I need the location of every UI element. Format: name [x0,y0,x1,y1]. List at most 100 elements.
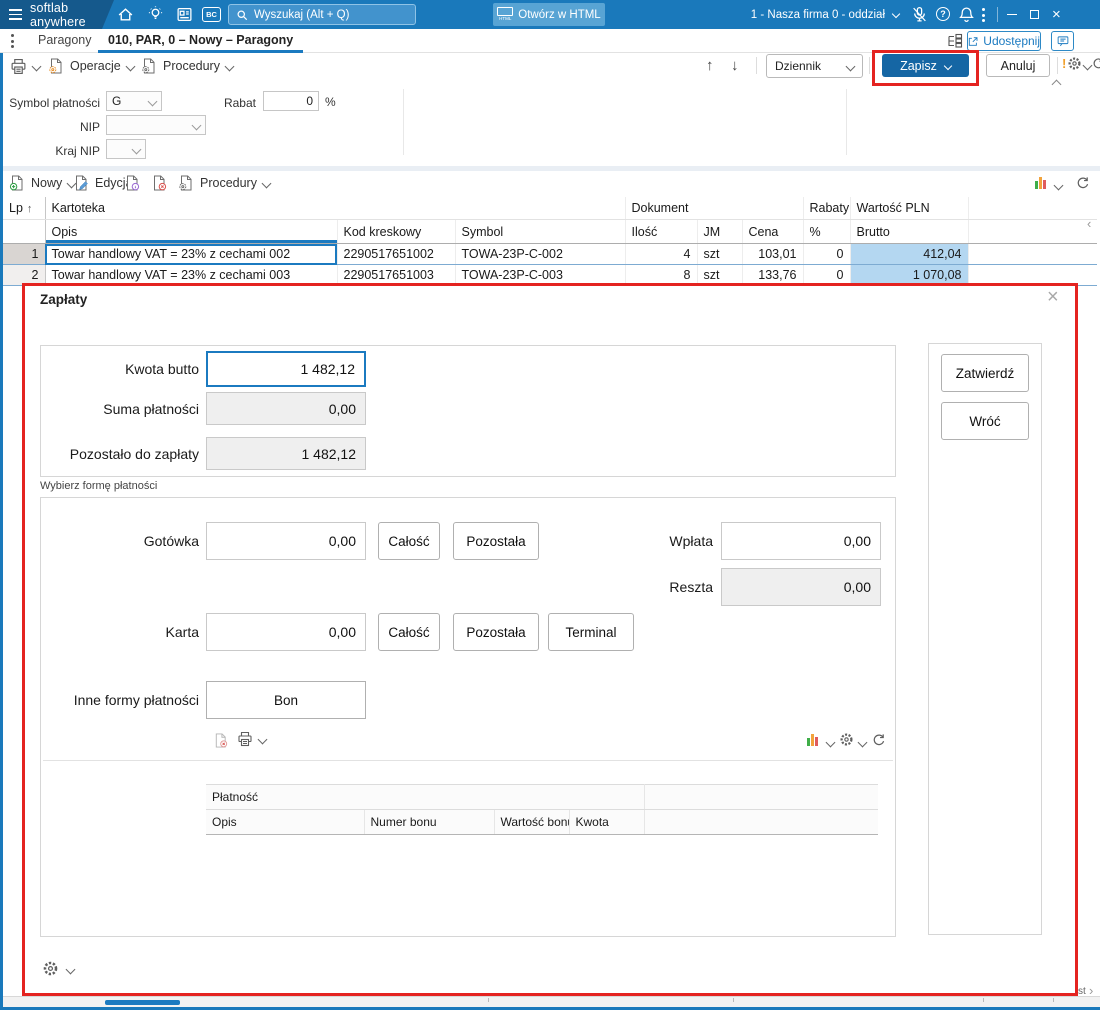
wartosc-bonu-column-header[interactable]: Wartość bonu [494,809,570,835]
deposit-input[interactable]: 0,00 [721,522,881,560]
dialog-settings-gear-icon[interactable] [42,960,59,977]
cash-input[interactable]: 0,00 [206,522,366,560]
refresh-icon[interactable] [1076,176,1090,190]
print-payments-button[interactable] [237,731,268,747]
warning-icon: ! [1062,56,1067,71]
cash-remaining-button[interactable]: Pozostała [453,522,539,560]
numer-bonu-column-header[interactable]: Numer bonu [364,809,495,835]
notifications-bell-icon[interactable] [958,6,975,23]
cash-label: Gotówka [143,533,199,549]
close-dialog-icon[interactable]: × [1047,286,1059,308]
share-button[interactable]: Udostępnij [967,31,1041,51]
procent-column-header[interactable]: % [803,219,851,244]
journal-select[interactable]: Dziennik [766,54,863,78]
settings-gear-icon[interactable] [1067,56,1082,71]
document-add-icon [9,175,23,191]
chevron-down-icon[interactable] [891,9,901,19]
move-down-icon[interactable]: ↓ [731,57,739,74]
delete-payment-button[interactable] [213,733,228,748]
horizontal-scrollbar[interactable] [0,996,1100,1007]
payment-symbol-select[interactable]: G [106,91,162,111]
cash-full-button[interactable]: Całość [378,522,440,560]
company-selector[interactable]: 1 - Nasza firma 0 - oddział [735,0,885,29]
print-button[interactable] [10,58,42,75]
tab-paragony[interactable]: Paragony [28,29,102,53]
chart-view-icon[interactable] [807,734,818,746]
operations-menu-button[interactable]: Operacje [48,58,136,74]
scrollbar-thumb[interactable] [105,1000,180,1005]
divider [1057,57,1058,74]
card-full-button[interactable]: Całość [378,613,440,651]
open-in-html-button[interactable]: HTML Otwórz w HTML [493,3,605,26]
hamburger-menu-icon[interactable] [9,7,22,22]
hierarchy-icon[interactable] [947,33,963,49]
payments-sum-label: Suma płatności [103,400,199,417]
jm-column-header[interactable]: JM [697,219,743,244]
chevron-down-icon[interactable] [65,964,76,975]
collapse-side-panel-icon[interactable]: ‹ [1087,216,1091,231]
chevron-down-icon[interactable] [1053,180,1064,191]
gross-amount-input[interactable]: 1 482,12 [206,351,366,387]
lp-group-header[interactable]: Lp ↑ [3,197,46,220]
document-delete-button[interactable] [151,175,167,191]
payments-table: Płatność Opis Numer bonu Wartość bonu Kw… [206,784,878,835]
card-remaining-button[interactable]: Pozostała [453,613,539,651]
brutto-column-header[interactable]: Brutto [850,219,969,244]
maximize-window-button[interactable] [1030,10,1039,19]
comment-button[interactable] [1051,31,1074,51]
rabaty-group-header: Rabaty [803,197,851,220]
tab-menu-icon[interactable] [11,34,14,48]
ilosc-column-header[interactable]: Ilość [625,219,698,244]
new-row-button[interactable]: Nowy [9,175,77,191]
html-window-icon: HTML [497,7,514,22]
country-nip-select[interactable] [106,139,146,159]
more-options-icon[interactable] [982,8,985,22]
home-icon[interactable] [117,6,134,23]
search-input[interactable]: Wyszukaj (Alt + Q) [228,4,416,25]
close-window-button[interactable]: × [1052,7,1061,22]
grid-procedures-button[interactable]: Procedury [178,175,272,191]
opis-column-header[interactable]: Opis [45,219,338,244]
nip-label: NIP [79,120,100,134]
document-info-button[interactable] [124,175,140,191]
chevron-down-icon[interactable] [825,737,836,748]
confirm-button[interactable]: Zatwierdź [941,354,1029,392]
discount-input[interactable]: 0 [263,91,319,111]
card-input[interactable]: 0,00 [206,613,366,651]
document-procedures-icon [179,175,192,191]
back-button[interactable]: Wróć [941,402,1029,440]
kwota-column-header[interactable]: Kwota [569,809,645,835]
nip-select[interactable] [106,115,206,135]
voucher-button[interactable]: Bon [206,681,366,719]
terminal-button[interactable]: Terminal [548,613,634,651]
chevron-down-icon[interactable] [857,737,868,748]
chevron-down-icon [224,61,235,71]
expand-panel-icon[interactable]: › [1089,983,1093,998]
bc-icon[interactable]: BC [202,7,221,22]
chart-view-icon[interactable] [1035,177,1046,189]
tab-document-active[interactable]: 010, PAR, 0 – Nowy – Paragony [98,29,304,53]
settings-gear-icon[interactable] [839,732,854,747]
opis-cell[interactable]: Towar handlowy VAT = 23% z cechami 002 [45,243,338,265]
chevron-down-icon[interactable] [1082,60,1093,71]
microphone-off-icon[interactable] [911,6,928,23]
news-card-icon[interactable] [176,6,193,23]
move-up-icon[interactable]: ↑ [706,57,714,74]
opis-column-header[interactable]: Opis [206,809,365,835]
chevron-down-icon [147,96,158,106]
chevron-down-icon [191,120,202,130]
dialog-actions-groupbox: Zatwierdź Wróć [928,343,1042,935]
refresh-icon[interactable] [872,733,886,747]
procedures-menu-button[interactable]: Procedury [141,58,235,74]
help-icon[interactable]: ? [936,7,950,21]
refresh-icon[interactable] [1092,57,1100,70]
cancel-button[interactable]: Anuluj [986,54,1050,77]
kod-column-header[interactable]: Kod kreskowy [337,219,456,244]
minimize-window-button[interactable] [1007,14,1017,15]
brand-area: softlab anywhere [0,0,114,29]
table-row[interactable]: 1 Towar handlowy VAT = 23% z cechami 002… [3,243,1097,265]
cena-column-header[interactable]: Cena [742,219,804,244]
symbol-column-header[interactable]: Symbol [455,219,626,244]
idea-bulb-icon[interactable] [147,6,164,23]
chevron-down-icon [31,61,42,72]
